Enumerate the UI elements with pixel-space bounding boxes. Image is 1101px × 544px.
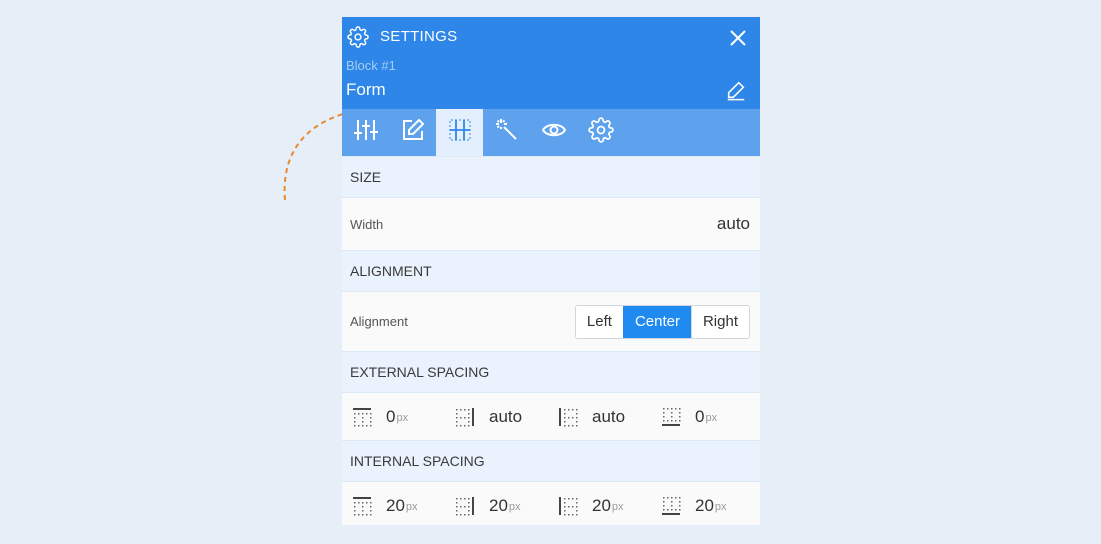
padding-left-field[interactable]: 20 px bbox=[548, 496, 651, 516]
spacing-bottom-icon bbox=[662, 407, 681, 426]
spacing-bottom-icon bbox=[662, 496, 681, 515]
margin-bottom-value: 0 bbox=[695, 406, 705, 426]
tab-visibility[interactable] bbox=[530, 109, 577, 156]
unit-label: px bbox=[611, 500, 624, 513]
tab-layout[interactable] bbox=[436, 109, 483, 156]
alignment-row: Alignment Left Center Right bbox=[342, 292, 760, 351]
padding-top-value: 20 bbox=[386, 495, 405, 515]
eye-icon bbox=[541, 117, 567, 148]
unit-label: px bbox=[508, 500, 521, 513]
padding-left-value: 20 bbox=[592, 495, 611, 515]
margin-right-field[interactable]: auto bbox=[445, 407, 548, 427]
width-label: Width bbox=[350, 216, 384, 232]
spacing-right-icon bbox=[456, 407, 474, 426]
margin-bottom-field[interactable]: 0 px bbox=[651, 407, 754, 427]
alignment-label: Alignment bbox=[350, 314, 408, 329]
width-input[interactable]: auto bbox=[717, 214, 750, 234]
close-icon[interactable] bbox=[726, 26, 750, 50]
margin-top-field[interactable]: 0 px bbox=[342, 407, 445, 427]
sliders-icon bbox=[353, 117, 379, 148]
section-size-heading: SIZE bbox=[342, 156, 760, 198]
spacing-left-icon bbox=[559, 407, 578, 426]
margin-top-value: 0 bbox=[386, 406, 396, 426]
settings-panel: SETTINGS Block #1 Form SIZE Width auto A… bbox=[342, 17, 760, 525]
panel-title: SETTINGS bbox=[380, 28, 458, 45]
align-center-button[interactable]: Center bbox=[622, 305, 691, 338]
alignment-segmented-control: Left Center Right bbox=[574, 304, 750, 339]
tab-settings[interactable] bbox=[577, 109, 624, 156]
block-id: Block #1 bbox=[346, 58, 396, 73]
unit-label: px bbox=[714, 500, 727, 513]
panel-header: SETTINGS Block #1 Form bbox=[342, 17, 760, 109]
section-external-spacing-heading: EXTERNAL SPACING bbox=[342, 351, 760, 393]
tab-effects[interactable] bbox=[483, 109, 530, 156]
padding-right-value: 20 bbox=[489, 495, 508, 515]
padding-right-field[interactable]: 20 px bbox=[445, 496, 548, 516]
tab-content[interactable] bbox=[389, 109, 436, 156]
gear-icon bbox=[587, 117, 614, 148]
section-alignment-heading: ALIGNMENT bbox=[342, 250, 760, 292]
unit-label: px bbox=[396, 411, 409, 424]
padding-bottom-field[interactable]: 20 px bbox=[651, 496, 754, 516]
padding-bottom-value: 20 bbox=[695, 495, 714, 515]
magic-wand-icon bbox=[495, 118, 519, 147]
tab-design[interactable] bbox=[342, 109, 389, 156]
section-internal-spacing-heading: INTERNAL SPACING bbox=[342, 440, 760, 482]
spacing-left-icon bbox=[559, 496, 578, 515]
padding-top-field[interactable]: 20 px bbox=[342, 496, 445, 516]
margin-left-value: auto bbox=[592, 406, 626, 426]
unit-label: px bbox=[405, 500, 418, 513]
spacing-top-icon bbox=[353, 496, 372, 515]
unit-label: px bbox=[705, 411, 718, 424]
margin-left-field[interactable]: auto bbox=[548, 407, 651, 427]
spacing-right-icon bbox=[456, 496, 474, 515]
pencil-icon[interactable] bbox=[725, 79, 747, 101]
gear-icon bbox=[347, 26, 369, 48]
spacing-top-icon bbox=[353, 407, 372, 426]
tab-bar bbox=[342, 109, 760, 156]
external-spacing-row: 0 px auto auto 0 px bbox=[342, 393, 760, 440]
margin-right-value: auto bbox=[489, 406, 523, 426]
edit-icon bbox=[400, 117, 426, 148]
layout-grid-icon bbox=[448, 118, 472, 147]
align-right-button[interactable]: Right bbox=[690, 305, 749, 338]
align-left-button[interactable]: Left bbox=[575, 305, 623, 338]
width-row: Width auto bbox=[342, 198, 760, 250]
block-name: Form bbox=[346, 80, 386, 99]
internal-spacing-row: 20 px 20 px 20 px 20 px bbox=[342, 482, 760, 525]
